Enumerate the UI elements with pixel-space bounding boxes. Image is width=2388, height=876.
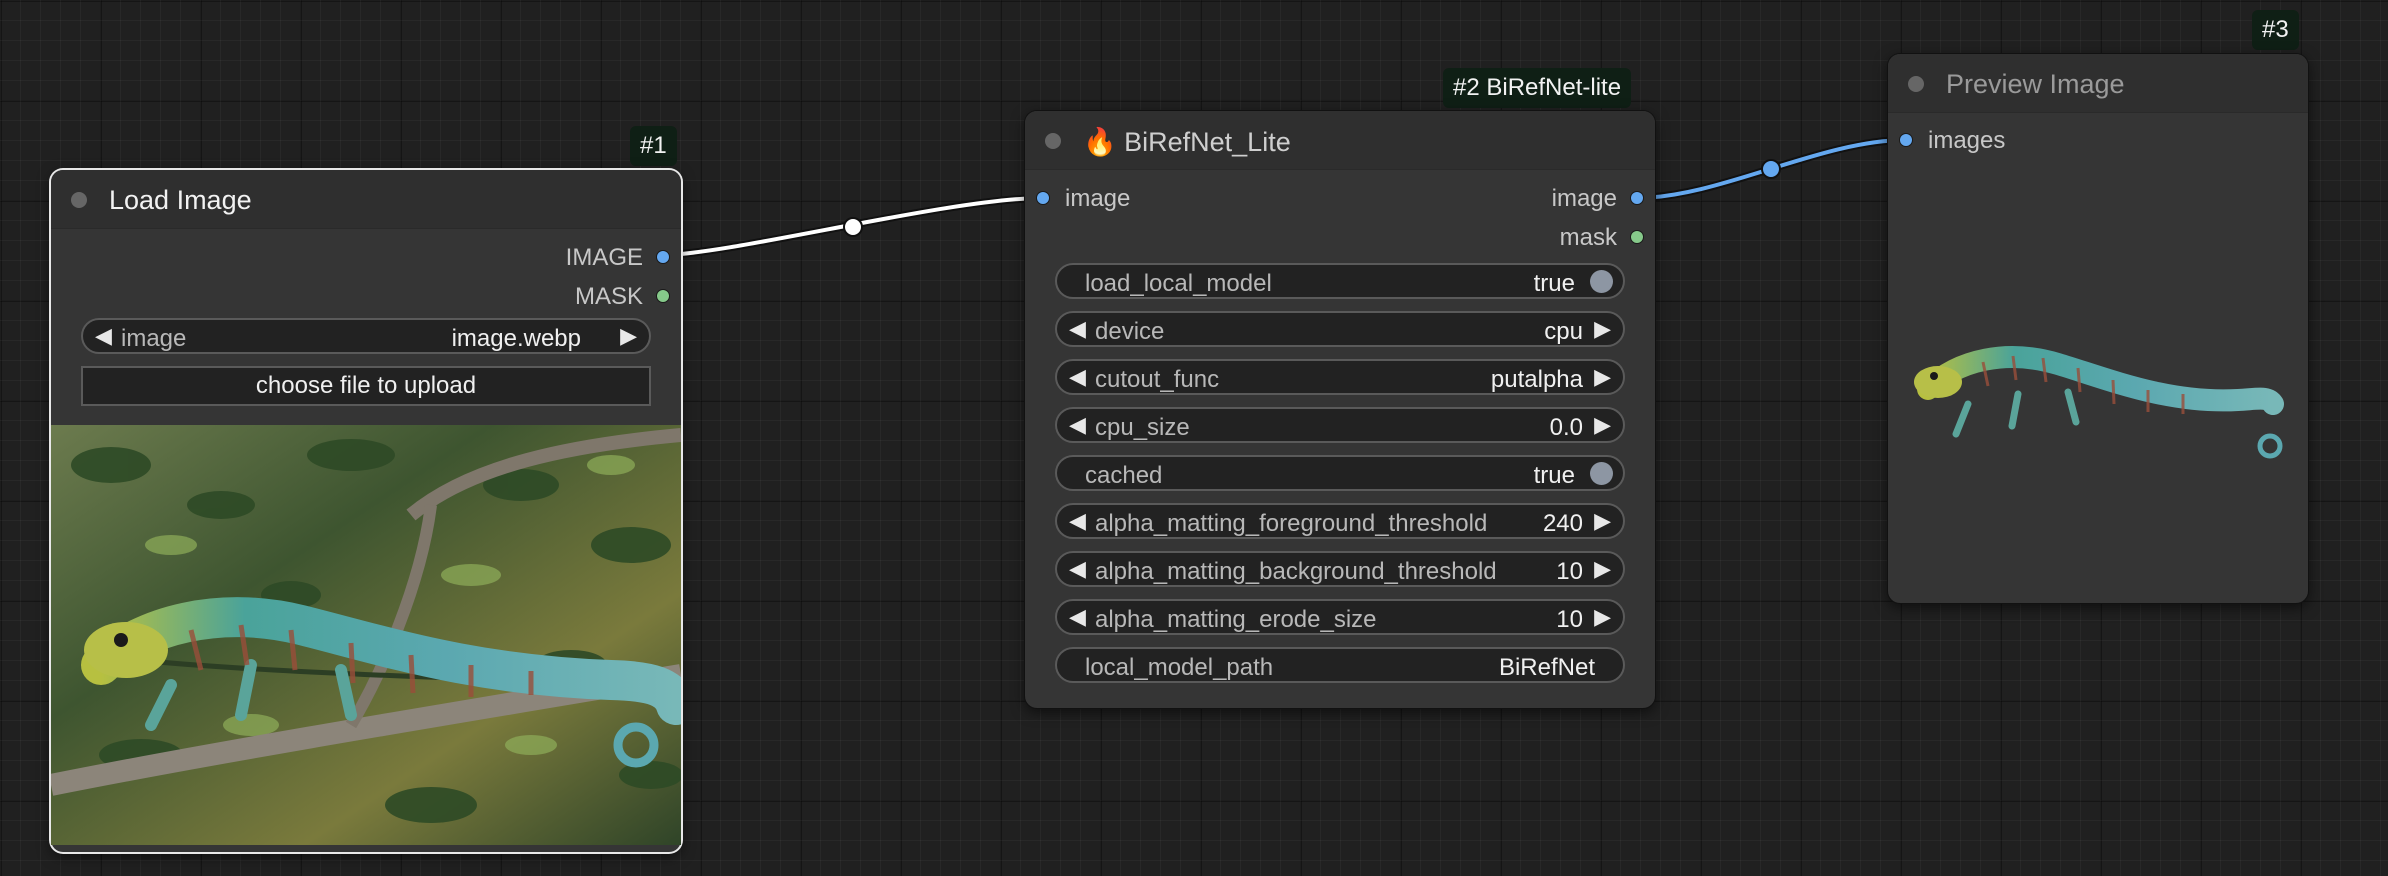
widget-value: 0.0 [1549,414,1583,441]
load-local-model-toggle[interactable]: load_local_model true [1055,263,1625,299]
cpu-size-number[interactable]: ◀ cpu_size 0.0 ▶ [1055,407,1625,443]
decrement-arrow-icon[interactable]: ◀ [95,323,112,349]
input-label-image: image [1065,185,1131,212]
widget-label: cpu_size [1095,414,1190,441]
local-model-path-text[interactable]: local_model_path BiRefNet [1055,647,1625,683]
decrement-arrow-icon[interactable]: ◀ [1069,364,1086,390]
birefnet-lite-node[interactable]: 🔥 BiRefNet_Lite image image mask load_lo… [1025,111,1655,708]
increment-arrow-icon[interactable]: ▶ [1594,556,1611,582]
node-id-badge: #2 BiRefNet-lite [1443,68,1632,108]
widget-value: true [1533,270,1575,297]
widget-value: true [1533,462,1575,489]
output-slot-image[interactable] [657,251,669,263]
widget-value: putalpha [1490,366,1583,393]
toggle-knob-icon[interactable] [1590,270,1613,293]
widget-label: load_local_model [1085,270,1272,297]
decrement-arrow-icon[interactable]: ◀ [1069,316,1086,342]
alpha-matting-background-threshold-number[interactable]: ◀ alpha_matting_background_threshold 10 … [1055,551,1625,587]
increment-arrow-icon[interactable]: ▶ [1594,412,1611,438]
widget-label: alpha_matting_foreground_threshold [1095,510,1488,537]
decrement-arrow-icon[interactable]: ◀ [1069,604,1086,630]
load-image-node[interactable]: Load Image IMAGE MASK ◀ image image.webp… [51,170,681,852]
collapse-dot-icon[interactable] [1908,76,1924,92]
link-birefnet-to-preview-line[interactable] [1635,138,1907,200]
decrement-arrow-icon[interactable]: ◀ [1069,556,1086,582]
toggle-knob-icon[interactable] [1590,462,1613,485]
alpha-matting-foreground-threshold-number[interactable]: ◀ alpha_matting_foreground_threshold 240… [1055,503,1625,539]
widget-value: 10 [1556,606,1583,633]
output-slot-image[interactable] [1631,192,1643,204]
node-id-badge: #3 [2252,10,2299,50]
widget-label: local_model_path [1085,654,1274,681]
input-slot-images[interactable] [1900,134,1912,146]
widget-value: 10 [1556,558,1583,585]
link-loadimage-to-birefnet[interactable] [661,194,1044,259]
alpha-matting-erode-size-number[interactable]: ◀ alpha_matting_erode_size 10 ▶ [1055,599,1625,635]
widget-label: cached [1085,462,1163,489]
decrement-arrow-icon[interactable]: ◀ [1069,508,1086,534]
output-label-image: image [1551,185,1617,212]
widget-label: alpha_matting_background_threshold [1095,558,1497,585]
collapse-dot-icon[interactable] [1045,133,1061,149]
link-midpoint-2[interactable] [1761,159,1781,179]
image-combo-widget[interactable]: ◀ image image.webp ▶ [81,318,651,354]
choose-file-button[interactable]: choose file to upload [81,366,651,406]
node-header[interactable]: Preview Image [1888,54,2308,113]
node-header[interactable]: 🔥 BiRefNet_Lite [1025,111,1655,170]
device-combo[interactable]: ◀ device cpu ▶ [1055,311,1625,347]
collapse-dot-icon[interactable] [71,192,87,208]
decrement-arrow-icon[interactable]: ◀ [1069,412,1086,438]
widget-value: BiRefNet [1498,654,1595,681]
widget-value: image.webp [451,325,581,352]
node-title: 🔥 BiRefNet_Lite [1083,127,1291,157]
increment-arrow-icon[interactable]: ▶ [620,323,637,349]
node-id-badge: #1 [630,126,677,166]
widget-label: alpha_matting_erode_size [1095,606,1377,633]
link-birefnet-to-preview[interactable] [1635,136,1907,202]
link-midpoint-1[interactable] [843,217,863,237]
cached-toggle[interactable]: cached true [1055,455,1625,491]
node-header[interactable]: Load Image [51,170,681,229]
preview-image-node[interactable]: Preview Image images [1888,54,2308,603]
widget-label: cutout_func [1095,366,1220,393]
increment-arrow-icon[interactable]: ▶ [1594,364,1611,390]
input-slot-image[interactable] [1037,192,1049,204]
node-title: Preview Image [1946,69,2125,99]
widget-label: device [1095,318,1165,345]
output-label-image: IMAGE [565,244,643,271]
output-label-mask: mask [1559,224,1617,251]
image-preview [51,425,681,845]
output-label-mask: MASK [574,283,643,310]
widget-value: cpu [1544,318,1583,345]
increment-arrow-icon[interactable]: ▶ [1594,508,1611,534]
widget-label: image [121,325,187,352]
link-loadimage-to-birefnet-line[interactable] [661,196,1044,257]
node-title: Load Image [109,185,252,215]
output-slot-mask[interactable] [1631,231,1643,243]
increment-arrow-icon[interactable]: ▶ [1594,316,1611,342]
widget-value: 240 [1542,510,1583,537]
preview-output-image [1914,346,2284,459]
increment-arrow-icon[interactable]: ▶ [1594,604,1611,630]
input-label-images: images [1928,127,2006,154]
cutout-func-combo[interactable]: ◀ cutout_func putalpha ▶ [1055,359,1625,395]
output-slot-mask[interactable] [657,290,669,302]
